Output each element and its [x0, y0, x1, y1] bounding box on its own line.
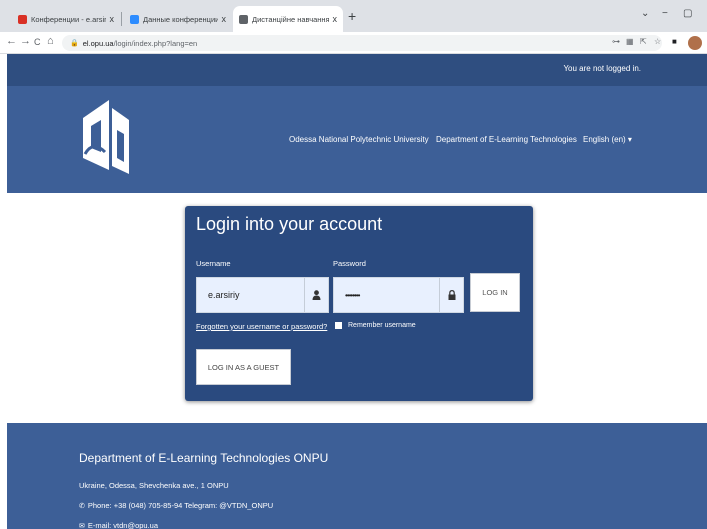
- close-icon[interactable]: x: [110, 14, 115, 24]
- password-value: ••••••••: [345, 290, 360, 300]
- back-icon[interactable]: ←: [6, 35, 17, 47]
- url-host: el.opu.ua: [82, 38, 114, 48]
- new-tab-button[interactable]: +: [348, 8, 356, 24]
- close-icon[interactable]: x: [333, 14, 338, 24]
- guest-login-button[interactable]: LOG IN AS A GUEST: [196, 349, 291, 385]
- lock-icon: 🔒: [70, 40, 79, 47]
- footer-email: ✉ E-mail: vtdn@opu.ua: [79, 521, 158, 529]
- forgot-password-link[interactable]: Forgotten your username or password?: [196, 322, 327, 331]
- address-bar[interactable]: 🔒 el.opu.ua /login/index.php?lang=en: [62, 35, 662, 51]
- footer-email-text[interactable]: E-mail: vtdn@opu.ua: [88, 521, 158, 529]
- phone-icon: ✆: [79, 502, 85, 510]
- footer-address-text: Ukraine, Odessa, Shevchenka ave., 1 ONPU: [79, 481, 229, 490]
- tab-zoom[interactable]: Данные конференции - Zoom x: [124, 6, 232, 32]
- browser-toolbar: ← → C ⌂ 🔒 el.opu.ua /login/index.php?lan…: [0, 32, 707, 54]
- login-title: Login into your account: [196, 214, 383, 234]
- username-label: Username: [196, 259, 231, 268]
- star-icon[interactable]: ☆: [654, 37, 661, 46]
- tab-title: Дистанційне навчання ОНПУ: Увійт: [252, 14, 329, 24]
- tab-divider: [121, 12, 122, 26]
- profile-avatar[interactable]: [688, 36, 702, 50]
- login-button[interactable]: LOG IN: [470, 273, 520, 312]
- site-topbar: You are not logged in.: [7, 54, 707, 86]
- user-icon: [304, 278, 328, 312]
- page-icon: [239, 14, 248, 24]
- translate-icon[interactable]: ▦: [626, 37, 634, 46]
- remember-username[interactable]: Remember username: [335, 322, 416, 329]
- maximize-button[interactable]: ▢: [683, 8, 692, 19]
- username-value: e.arsiriy: [208, 290, 240, 300]
- tab-title: Данные конференции - Zoom: [143, 14, 218, 24]
- tab-title: Конференции - e.arsiriy@gmail.: [31, 14, 106, 24]
- remember-username-checkbox[interactable]: [335, 322, 342, 329]
- footer-phone: ✆ Phone: +38 (048) 705-85-94 Telegram: @…: [79, 501, 273, 510]
- site-footer: Department of E-Learning Technologies ON…: [7, 423, 707, 529]
- site-header: Odessa National Polytechnic University D…: [7, 86, 707, 193]
- home-icon[interactable]: ⌂: [47, 35, 54, 47]
- lock-icon: [439, 278, 463, 312]
- password-field[interactable]: ••••••••: [333, 277, 464, 313]
- remember-username-label: Remember username: [348, 322, 416, 329]
- footer-address: Ukraine, Odessa, Shevchenka ave., 1 ONPU: [79, 481, 229, 490]
- close-icon[interactable]: x: [222, 14, 227, 24]
- nav-link-university[interactable]: Odessa National Polytechnic University: [289, 135, 429, 144]
- username-field[interactable]: e.arsiriy: [196, 277, 329, 313]
- minimize-button[interactable]: −: [662, 8, 668, 19]
- tab-distance-learning[interactable]: Дистанційне навчання ОНПУ: Увійт x: [233, 6, 343, 32]
- zoom-icon: [130, 14, 139, 24]
- university-logo[interactable]: [79, 92, 135, 180]
- reload-icon[interactable]: C: [34, 37, 41, 47]
- gmail-icon: [18, 14, 27, 24]
- browser-tab-strip: Конференции - e.arsiriy@gmail. x Данные …: [0, 0, 707, 32]
- login-status: You are not logged in.: [563, 64, 641, 73]
- login-card: Login into your account Username e.arsir…: [185, 206, 533, 401]
- footer-title: Department of E-Learning Technologies ON…: [79, 451, 329, 465]
- nav-link-department[interactable]: Department of E-Learning Technologies: [436, 135, 577, 144]
- tab-search-icon[interactable]: ⌄: [641, 8, 649, 19]
- key-icon[interactable]: ⊶: [612, 37, 620, 46]
- footer-phone-text: Phone: +38 (048) 705-85-94 Telegram: @VT…: [87, 501, 274, 510]
- forward-icon[interactable]: →: [20, 35, 31, 47]
- tab-gmail[interactable]: Конференции - e.arsiriy@gmail. x: [12, 6, 120, 32]
- url-path: /login/index.php?lang=en: [113, 38, 198, 48]
- password-label: Password: [333, 259, 366, 268]
- envelope-icon: ✉: [79, 522, 85, 529]
- sidebar-icon[interactable]: ■: [672, 37, 677, 46]
- language-menu[interactable]: English (en) ▾: [583, 135, 632, 144]
- share-icon[interactable]: ⇱: [640, 37, 647, 46]
